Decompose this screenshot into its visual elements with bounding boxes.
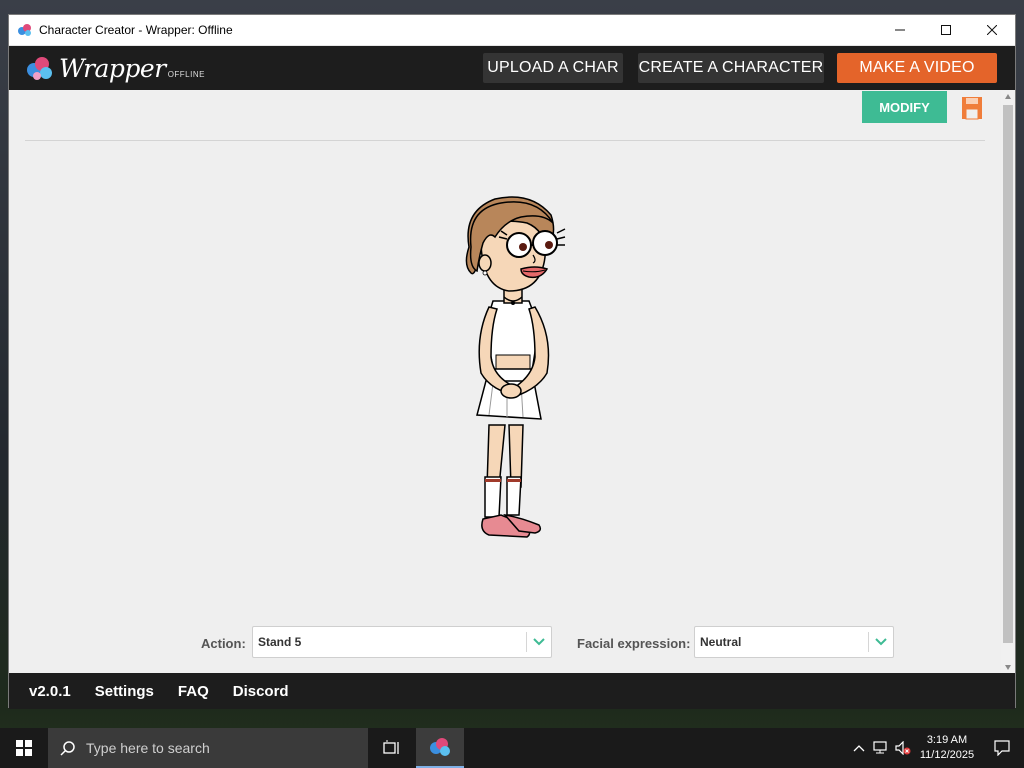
app-icon <box>17 22 33 38</box>
character-preview-area: MODIFY Action: Stand 5 Facial expression… <box>9 91 1001 673</box>
vertical-scrollbar[interactable] <box>1001 91 1015 673</box>
minimize-button[interactable] <box>877 15 923 46</box>
expression-select[interactable]: Neutral <box>694 626 894 658</box>
character-preview <box>449 187 579 547</box>
save-icon <box>962 97 982 120</box>
maximize-button[interactable] <box>923 15 969 46</box>
search-icon <box>60 741 75 756</box>
discord-link[interactable]: Discord <box>233 683 289 700</box>
action-select[interactable]: Stand 5 <box>252 626 552 658</box>
system-clock[interactable]: 3:19 AM 11/12/2025 <box>914 733 980 763</box>
divider <box>25 140 985 141</box>
settings-link[interactable]: Settings <box>95 683 154 700</box>
windows-start-icon <box>16 740 32 756</box>
chevron-down-icon[interactable] <box>869 638 893 646</box>
app-footer: v2.0.1 Settings FAQ Discord <box>9 673 1015 709</box>
expression-value: Neutral <box>700 635 742 649</box>
window-title: Character Creator - Wrapper: Offline <box>39 23 233 37</box>
modify-button[interactable]: MODIFY <box>862 91 947 123</box>
wrapper-logo[interactable]: Wrapper OFFLINE <box>25 52 205 84</box>
system-tray: 3:19 AM 11/12/2025 <box>848 728 1024 768</box>
volume-muted-icon[interactable] <box>892 728 914 768</box>
make-video-button[interactable]: MAKE A VIDEO <box>837 53 997 83</box>
close-button[interactable] <box>969 15 1015 46</box>
task-view-icon <box>383 740 399 754</box>
clock-time: 3:19 AM <box>926 734 968 746</box>
search-placeholder: Type here to search <box>86 740 210 756</box>
network-icon[interactable] <box>870 728 892 768</box>
start-button[interactable] <box>0 728 48 768</box>
logo-icon <box>27 57 52 80</box>
action-value: Stand 5 <box>258 635 302 649</box>
task-view-button[interactable] <box>368 728 416 768</box>
logo-text: Wrapper <box>59 53 166 83</box>
minimize-icon <box>895 29 905 31</box>
wrapper-app-taskbar-button[interactable] <box>416 728 464 768</box>
create-character-button[interactable]: CREATE A CHARACTER <box>638 53 824 83</box>
maximize-icon <box>941 25 951 35</box>
notification-icon <box>994 740 1010 756</box>
chevron-down-icon[interactable] <box>527 638 551 646</box>
title-bar[interactable]: Character Creator - Wrapper: Offline <box>9 15 1015 46</box>
notification-button[interactable] <box>980 728 1024 768</box>
version-label: v2.0.1 <box>29 682 71 700</box>
app-window: Character Creator - Wrapper: Offline Wra… <box>8 14 1016 709</box>
logo-subtext: OFFLINE <box>167 69 205 79</box>
expression-label: Facial expression: <box>577 636 691 651</box>
scroll-up-arrow <box>1005 94 1011 99</box>
scroll-down-arrow <box>1005 665 1011 670</box>
chevron-up-icon[interactable] <box>848 728 870 768</box>
scroll-thumb[interactable] <box>1003 105 1013 643</box>
action-label: Action: <box>201 636 246 651</box>
app-header: Wrapper OFFLINE UPLOAD A CHAR CREATE A C… <box>9 46 1015 90</box>
clock-date: 11/12/2025 <box>919 749 975 761</box>
taskbar-search[interactable]: Type here to search <box>48 728 368 768</box>
windows-taskbar: Type here to search 3:19 AM 11/12/2025 <box>0 728 1024 768</box>
wrapper-app-icon <box>430 738 450 756</box>
upload-char-button[interactable]: UPLOAD A CHAR <box>483 53 623 83</box>
faq-link[interactable]: FAQ <box>178 683 209 700</box>
close-icon <box>987 25 997 35</box>
save-button[interactable] <box>961 96 983 120</box>
